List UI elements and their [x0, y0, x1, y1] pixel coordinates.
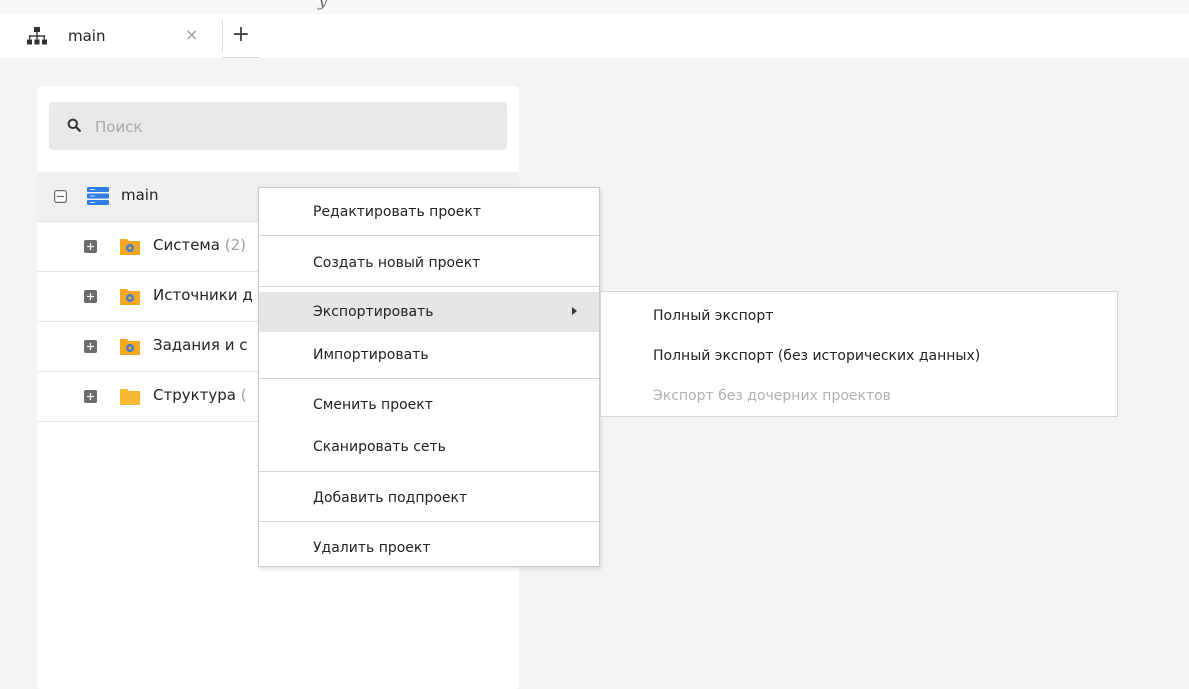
tree-item-name: Система — [153, 236, 220, 254]
tree-item-count: (2) — [224, 236, 246, 254]
tab-title: main — [68, 27, 106, 45]
add-tab-button[interactable]: + — [228, 22, 254, 48]
tree-item-label: Система (2) — [153, 236, 246, 254]
folder-gear-icon — [120, 339, 140, 355]
network-tree-icon — [27, 27, 47, 45]
tab-divider — [222, 20, 223, 52]
menu-item-export-label: Экспортировать — [313, 304, 434, 320]
expand-icon[interactable] — [84, 240, 97, 253]
submenu-item-export-no-children: Экспорт без дочерних проектов — [653, 388, 891, 404]
tree-root-label: main — [121, 186, 159, 204]
server-stack-icon — [87, 187, 109, 205]
menu-item-create-project[interactable]: Создать новый проект — [259, 243, 599, 283]
context-menu: Редактировать проект Создать новый проек… — [258, 187, 600, 567]
folder-gear-icon — [120, 289, 140, 305]
folder-icon — [120, 389, 140, 405]
menu-item-add-subproject[interactable]: Добавить подпроект — [259, 478, 599, 518]
menu-divider — [259, 378, 599, 379]
export-submenu: Полный экспорт Полный экспорт (без истор… — [600, 291, 1118, 417]
top-clipped-strip: y — [0, 0, 1189, 15]
tree-item-label: Структура ( — [153, 386, 247, 404]
tree-item-count: ( — [240, 386, 247, 404]
submenu-item-full-export-no-history[interactable]: Полный экспорт (без исторических данных) — [601, 336, 1117, 376]
menu-item-export[interactable]: Экспортировать — [259, 292, 599, 332]
tab-close-icon[interactable]: × — [185, 25, 198, 44]
menu-item-scan-network[interactable]: Сканировать сеть — [259, 427, 599, 467]
expand-icon[interactable] — [84, 340, 97, 353]
search-icon — [67, 118, 81, 132]
menu-divider — [259, 286, 599, 287]
menu-divider — [259, 521, 599, 522]
folder-gear-icon — [120, 239, 140, 255]
menu-item-import[interactable]: Импортировать — [259, 335, 599, 375]
tab-main[interactable]: main × — [0, 14, 222, 58]
submenu-item-full-export[interactable]: Полный экспорт — [601, 296, 1117, 336]
collapse-icon[interactable] — [54, 190, 67, 203]
search-input[interactable] — [93, 102, 497, 152]
tree-item-name: Источники д — [153, 286, 253, 304]
tree-item-name: Структура — [153, 386, 236, 404]
menu-divider — [259, 235, 599, 236]
tab-add-underline — [222, 57, 260, 58]
search-box — [49, 102, 507, 152]
tree-item-name: Задания и с — [153, 336, 248, 354]
menu-item-delete-project[interactable]: Удалить проект — [259, 528, 599, 568]
tab-bar: main × + — [0, 14, 1189, 58]
expand-icon[interactable] — [84, 390, 97, 403]
menu-item-switch-project[interactable]: Сменить проект — [259, 385, 599, 425]
clipped-header-text: y — [318, 0, 328, 11]
expand-icon[interactable] — [84, 290, 97, 303]
submenu-arrow-icon — [572, 307, 577, 315]
menu-item-edit-project[interactable]: Редактировать проект — [259, 192, 599, 232]
menu-divider — [259, 471, 599, 472]
